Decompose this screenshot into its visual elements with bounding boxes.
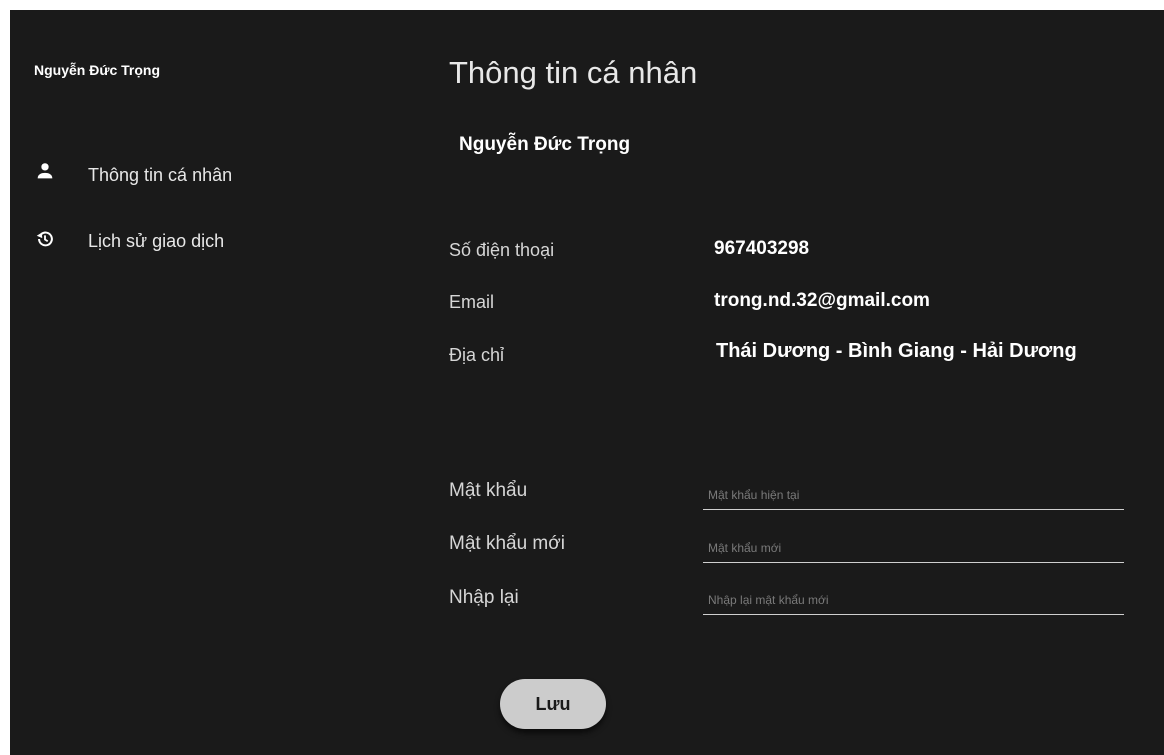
current-password-label: Mật khẩu [449,480,528,501]
address-value: Thái Dương - Bình Giang - Hải Dương [716,340,1077,362]
new-password-label: Mật khẩu mới [449,533,565,554]
sidebar-item-label: Thông tin cá nhân [88,165,233,185]
sidebar-user-name: Nguyễn Đức Trọng [34,62,161,78]
app-window: Nguyễn Đức Trọng Thông tin cá nhân Lịch … [10,10,1164,755]
phone-value: 967403298 [714,238,810,259]
email-label: Email [449,292,495,312]
sidebar-item-profile[interactable]: Thông tin cá nhân [34,160,232,186]
sidebar-item-label: Lịch sử giao dịch [88,231,225,251]
sidebar-item-history[interactable]: Lịch sử giao dịch [34,228,224,252]
current-password-input[interactable] [703,480,1124,510]
phone-label: Số điện thoại [449,240,555,260]
profile-name: Nguyễn Đức Trọng [459,134,631,155]
page-title: Thông tin cá nhân [449,55,698,90]
save-button[interactable]: Lưu [500,679,606,729]
confirm-password-label: Nhập lại [449,587,519,608]
history-icon [34,228,56,250]
new-password-input[interactable] [703,533,1124,563]
confirm-password-input[interactable] [703,585,1124,615]
person-icon [34,160,56,182]
email-value: trong.nd.32@gmail.com [714,290,930,311]
address-label: Địa chỉ [449,345,505,365]
